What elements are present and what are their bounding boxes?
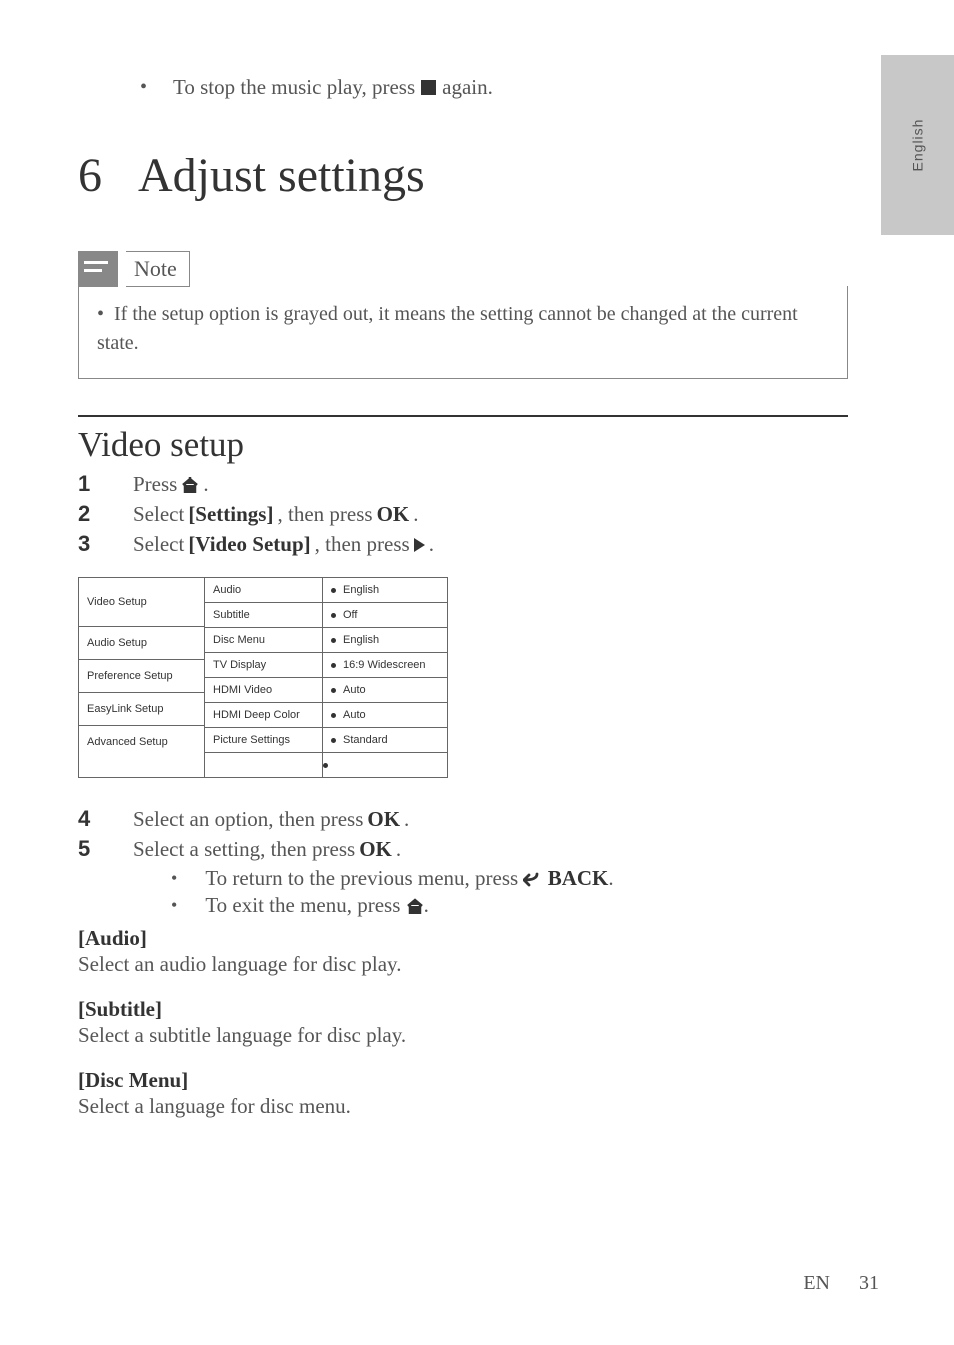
menu-option: HDMI Deep Color bbox=[205, 703, 322, 728]
menu-item: Preference Setup bbox=[79, 660, 204, 693]
option-desc: Select a subtitle language for disc play… bbox=[78, 1023, 848, 1048]
menu-blank bbox=[323, 753, 447, 777]
option-subtitle: [Subtitle] Select a subtitle language fo… bbox=[78, 997, 848, 1048]
menu-item: Advanced Setup bbox=[79, 726, 204, 770]
step-4: 4 Select an option, then press OK. bbox=[78, 806, 848, 832]
menu-option: HDMI Video bbox=[205, 678, 322, 703]
note-text: If the setup option is grayed out, it me… bbox=[97, 303, 798, 354]
option-disc-menu: [Disc Menu] Select a language for disc m… bbox=[78, 1068, 848, 1119]
menu-option: Picture Settings bbox=[205, 728, 322, 753]
footer-lang: EN bbox=[803, 1272, 830, 1294]
menu-value: 16:9 Widescreen bbox=[323, 653, 447, 678]
step-number: 2 bbox=[78, 501, 133, 527]
menu-screenshot: Video Setup Audio Setup Preference Setup… bbox=[78, 577, 448, 778]
language-tab: English bbox=[881, 55, 954, 235]
menu-option: Disc Menu bbox=[205, 628, 322, 653]
menu-item: Video Setup bbox=[79, 578, 204, 627]
menu-item: EasyLink Setup bbox=[79, 693, 204, 726]
menu-mid-column: Audio Subtitle Disc Menu TV Display HDMI… bbox=[205, 578, 323, 777]
step-number: 1 bbox=[78, 471, 133, 497]
step-3: 3 Select [Video Setup], then press . bbox=[78, 531, 848, 557]
back-icon bbox=[523, 866, 542, 891]
page-number: 31 bbox=[859, 1272, 879, 1294]
steps-list: 1 Press . 2 Select [Settings], then pres… bbox=[78, 471, 848, 557]
bullet-icon: • bbox=[171, 868, 177, 889]
menu-option: Subtitle bbox=[205, 603, 322, 628]
chapter-heading: 6 Adjust settings bbox=[78, 148, 848, 203]
intro-bullet: • To stop the music play, press again. bbox=[140, 75, 848, 100]
option-audio: [Audio] Select an audio language for dis… bbox=[78, 926, 848, 977]
bullet-icon: • bbox=[97, 303, 104, 325]
menu-value: Off bbox=[323, 603, 447, 628]
note-body: •If the setup option is grayed out, it m… bbox=[78, 286, 848, 379]
steps-list-cont: 4 Select an option, then press OK. 5 Sel… bbox=[78, 806, 848, 862]
menu-option: Audio bbox=[205, 578, 322, 603]
section-heading: Video setup bbox=[78, 415, 848, 465]
step-2: 2 Select [Settings], then press OK. bbox=[78, 501, 848, 527]
step-1: 1 Press . bbox=[78, 471, 848, 497]
sub-bullet-exit: • To exit the menu, press . bbox=[133, 893, 848, 918]
sub-bullet-back: • To return to the previous menu, press … bbox=[133, 866, 848, 891]
menu-right-column: English Off English 16:9 Widescreen Auto… bbox=[323, 578, 447, 777]
option-head: [Disc Menu] bbox=[78, 1068, 848, 1093]
step-suffix: . bbox=[203, 472, 208, 497]
page-footer: EN 31 bbox=[803, 1272, 879, 1295]
option-head: [Audio] bbox=[78, 926, 848, 951]
intro-text-prefix: To stop the music play, press bbox=[173, 75, 415, 100]
menu-option: TV Display bbox=[205, 653, 322, 678]
home-icon bbox=[181, 477, 199, 493]
menu-value: English bbox=[323, 578, 447, 603]
home-icon bbox=[406, 898, 424, 914]
step-number: 5 bbox=[78, 836, 133, 862]
menu-left-column: Video Setup Audio Setup Preference Setup… bbox=[79, 578, 205, 777]
note-icon bbox=[78, 251, 118, 287]
bullet-icon: • bbox=[140, 76, 147, 99]
step-number: 4 bbox=[78, 806, 133, 832]
chapter-number: 6 bbox=[78, 149, 102, 202]
step-5: 5 Select a setting, then press OK. bbox=[78, 836, 848, 862]
option-desc: Select an audio language for disc play. bbox=[78, 952, 848, 977]
option-head: [Subtitle] bbox=[78, 997, 848, 1022]
language-tab-label: English bbox=[909, 119, 925, 172]
bullet-icon: • bbox=[171, 895, 177, 916]
menu-item: Audio Setup bbox=[79, 627, 204, 660]
menu-value: English bbox=[323, 628, 447, 653]
menu-value: Standard bbox=[323, 728, 447, 753]
intro-text-suffix: again. bbox=[442, 75, 493, 100]
note-label: Note bbox=[126, 251, 190, 287]
menu-value: Auto bbox=[323, 678, 447, 703]
note-header: Note bbox=[78, 251, 848, 287]
stop-icon bbox=[421, 80, 436, 95]
play-right-icon bbox=[414, 538, 425, 552]
chapter-title: Adjust settings bbox=[138, 149, 425, 202]
option-desc: Select a language for disc menu. bbox=[78, 1094, 848, 1119]
step-number: 3 bbox=[78, 531, 133, 557]
menu-blank bbox=[205, 753, 322, 777]
step-text: Press bbox=[133, 472, 177, 497]
menu-value: Auto bbox=[323, 703, 447, 728]
